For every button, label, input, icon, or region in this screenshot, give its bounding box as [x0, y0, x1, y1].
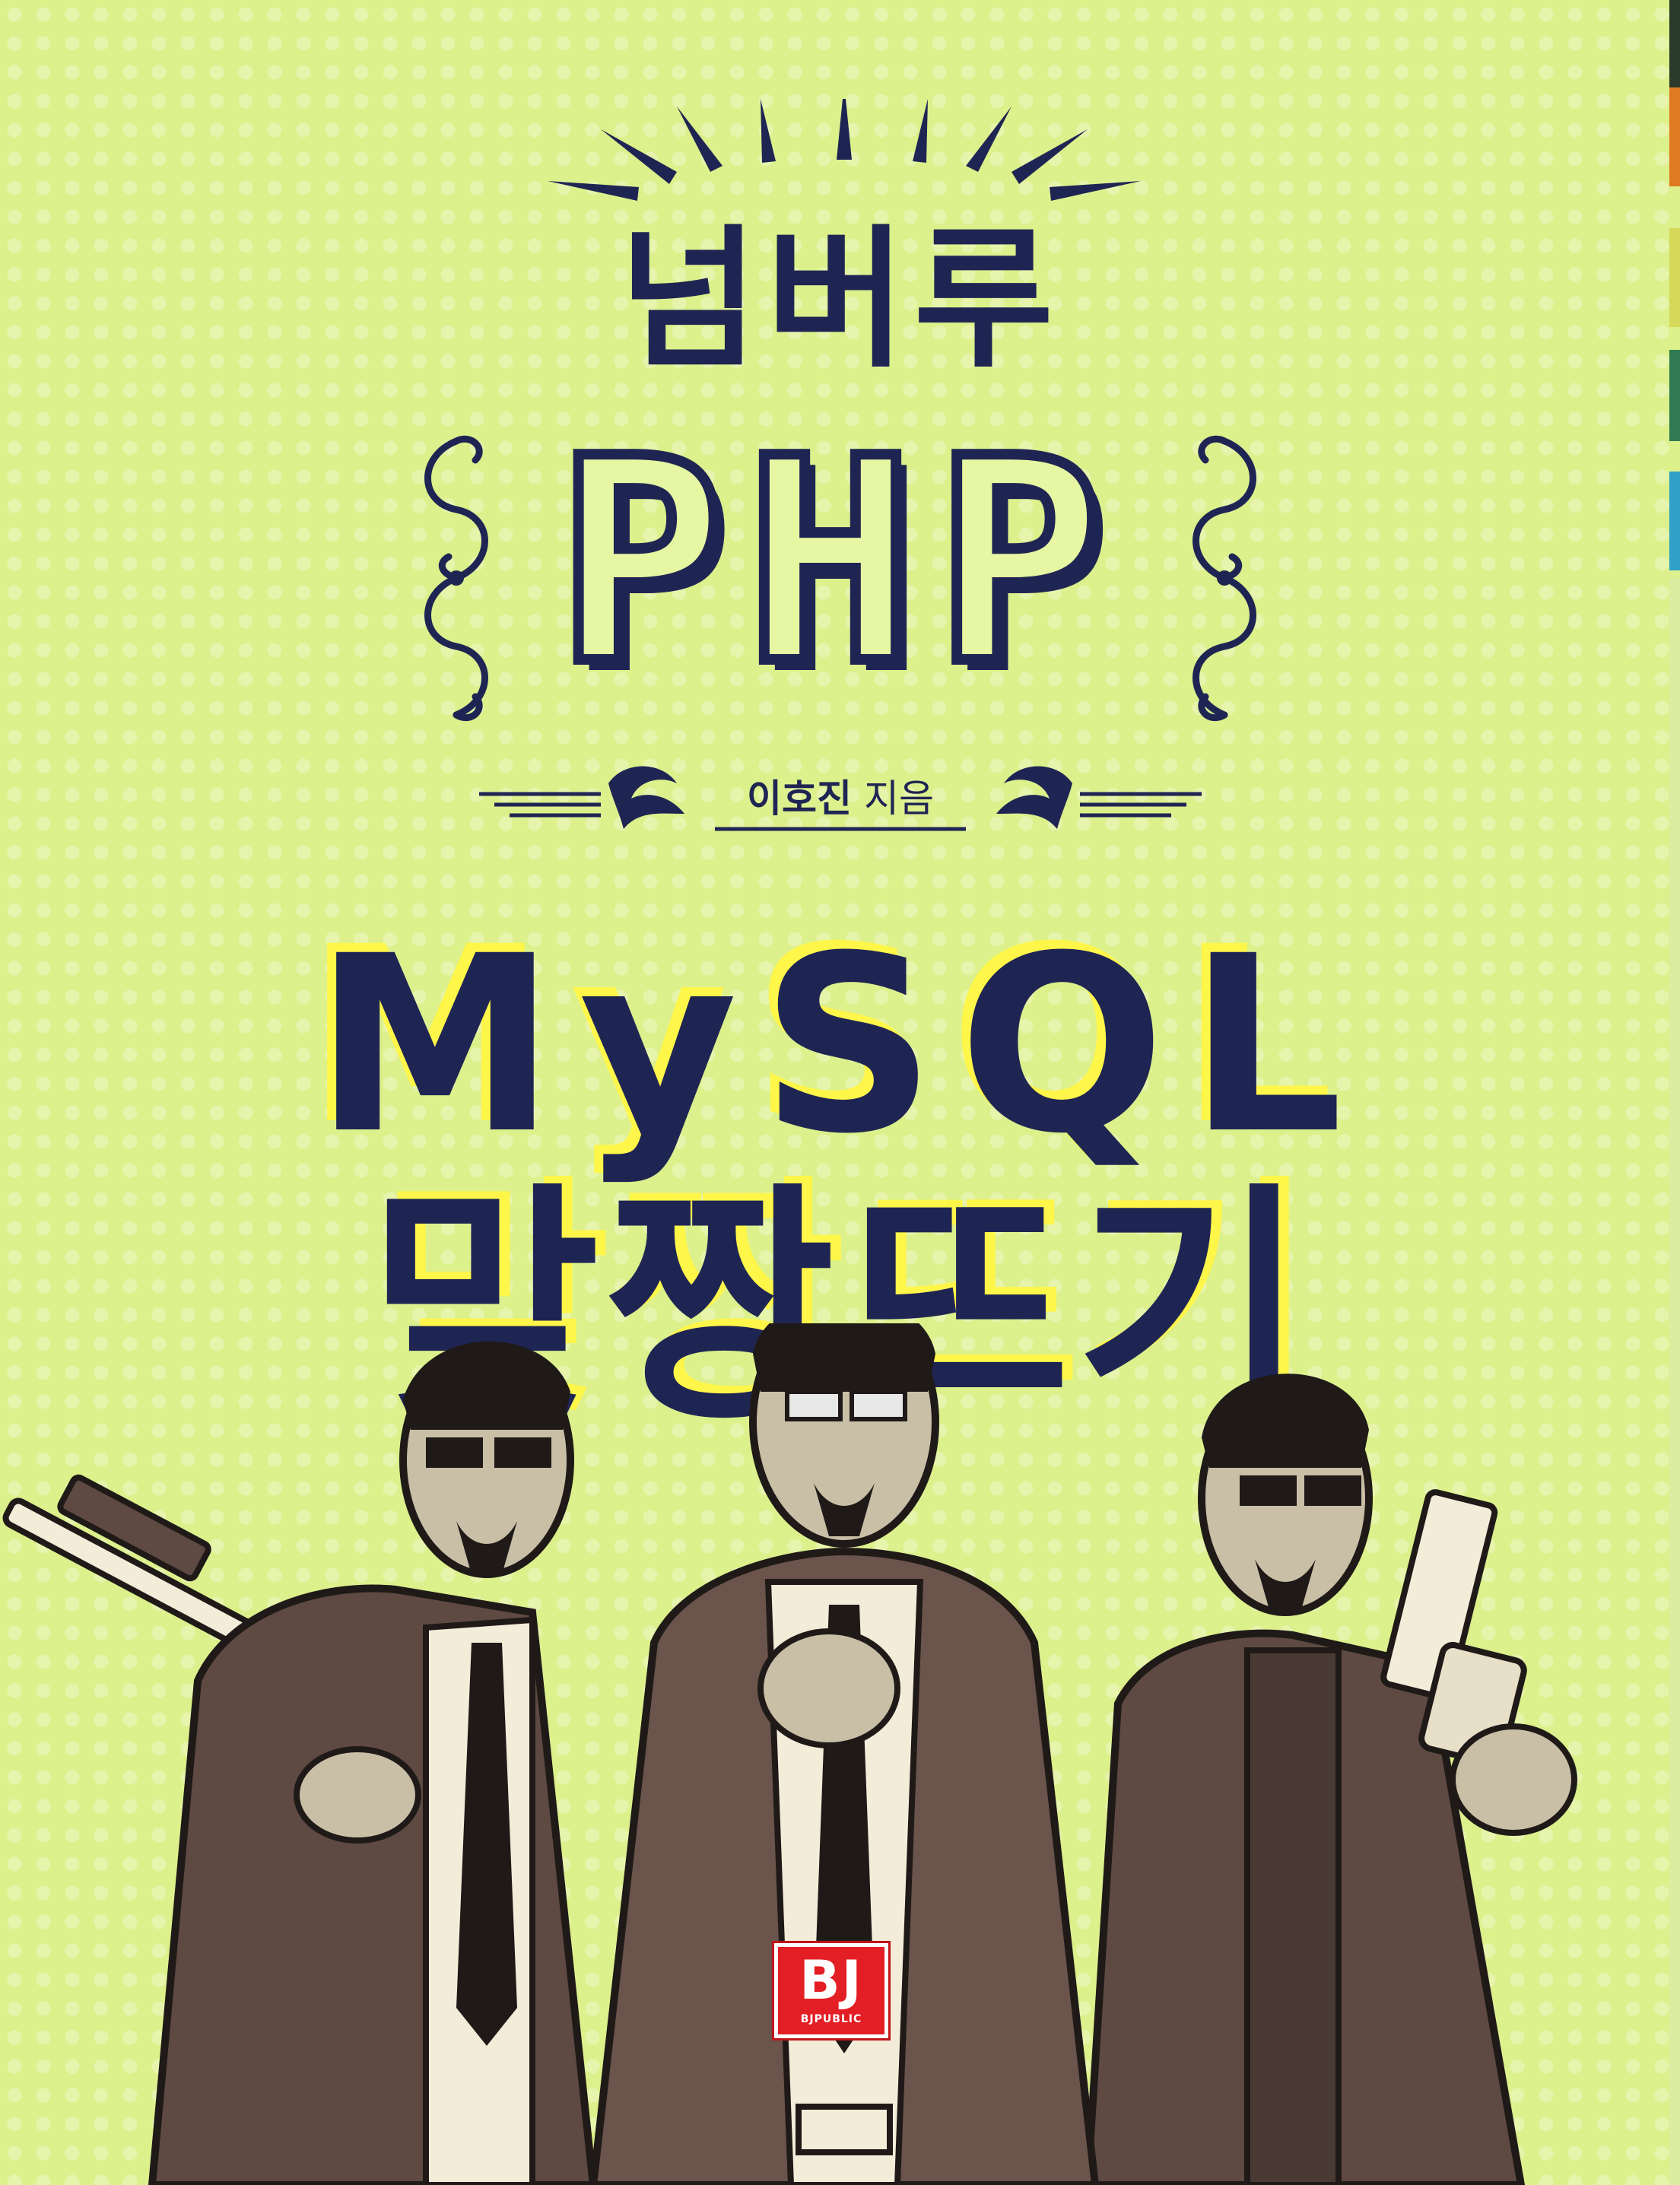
agents-illustration: [2, 1323, 1577, 2185]
title-line-3: MySQL: [313, 904, 1367, 1187]
agent-center: [589, 1323, 1100, 2185]
title-line-1: 넘버루: [618, 211, 1062, 389]
book-cover: 넘버루 PHP 이호진 지음 MySQL 맞짱뜨기 BJ BJPUBLIC: [0, 0, 1680, 2185]
agent-left: [148, 1341, 598, 2185]
sunburst-icon: [548, 99, 1141, 201]
logo-mark: BJ: [799, 1949, 863, 2012]
author-name: 이호진: [747, 777, 853, 821]
bj-logo: BJ BJPUBLIC: [774, 1943, 888, 2038]
title-line-2: PHP: [551, 399, 1124, 726]
publisher-name: BJPUBLIC: [800, 2013, 862, 2025]
author-byline: 이호진 지음: [726, 780, 954, 818]
author-suffix: 지음: [852, 777, 934, 821]
